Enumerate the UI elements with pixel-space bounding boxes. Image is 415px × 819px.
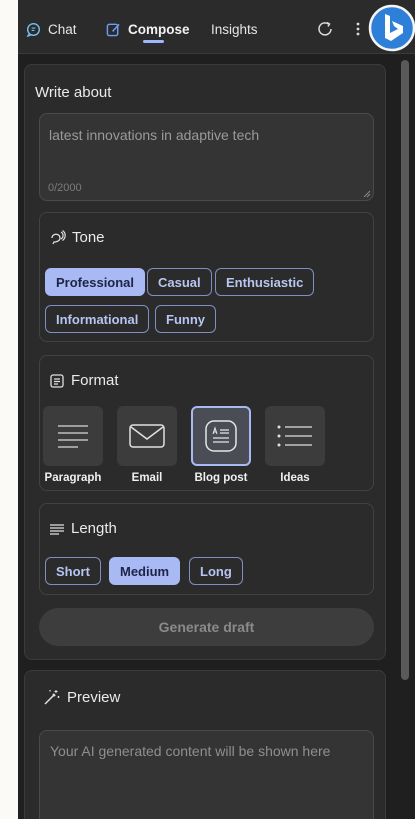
generate-draft-button[interactable]: Generate draft	[39, 608, 374, 646]
tab-chat-label: Chat	[48, 21, 77, 37]
format-label-ideas: Ideas	[280, 472, 310, 484]
tab-insights[interactable]: Insights	[211, 19, 258, 39]
format-title-text: Format	[71, 372, 119, 389]
tone-icon	[51, 230, 66, 245]
topic-input[interactable]: latest innovations in adaptive tech 0/20…	[39, 113, 374, 201]
format-title: Format	[49, 372, 119, 389]
paragraph-icon	[58, 425, 88, 448]
preview-title-text: Preview	[67, 688, 121, 706]
compose-panel: Chat Compose Insights Write about latest…	[18, 0, 415, 819]
format-option-blog-post[interactable]	[191, 406, 251, 466]
format-section: Format Paragraph Email Blog post Ideas	[39, 355, 374, 491]
tone-title: Tone	[49, 229, 105, 246]
blog-post-icon	[205, 420, 237, 452]
length-title-text: Length	[71, 520, 117, 537]
length-section: Length Short Medium Long	[39, 503, 374, 595]
active-tab-indicator	[143, 40, 164, 43]
write-about-label: Write about	[35, 84, 112, 101]
scrollbar[interactable]	[401, 60, 409, 680]
topic-input-value: latest innovations in adaptive tech	[49, 127, 260, 143]
format-label-blog-post: Blog post	[194, 472, 248, 484]
top-nav: Chat Compose Insights	[18, 0, 415, 54]
tone-title-text: Tone	[72, 229, 105, 246]
preview-output[interactable]: Your AI generated content will be shown …	[39, 730, 374, 819]
length-title: Length	[49, 520, 117, 537]
chat-icon	[26, 22, 41, 37]
refresh-icon[interactable]	[316, 20, 334, 38]
tab-compose[interactable]: Compose	[106, 19, 190, 39]
compose-icon	[106, 23, 120, 36]
length-option-short[interactable]: Short	[45, 557, 101, 585]
email-icon	[129, 424, 165, 448]
tone-option-casual[interactable]: Casual	[147, 268, 212, 296]
char-count: 0/2000	[48, 182, 82, 194]
format-label-email: Email	[131, 472, 163, 484]
length-option-medium[interactable]: Medium	[109, 557, 181, 585]
tone-section: Tone Professional Casual Enthusiastic In…	[39, 212, 374, 342]
tone-option-informational[interactable]: Informational	[45, 305, 150, 333]
tab-insights-label: Insights	[211, 21, 258, 37]
format-option-paragraph[interactable]	[43, 406, 103, 466]
tone-option-professional[interactable]: Professional	[45, 268, 146, 296]
magic-wand-icon	[44, 690, 60, 705]
preview-title: Preview	[43, 688, 120, 706]
tone-option-enthusiastic[interactable]: Enthusiastic	[215, 268, 315, 296]
format-option-ideas[interactable]	[265, 406, 325, 466]
length-icon	[50, 523, 64, 535]
format-label-paragraph: Paragraph	[44, 472, 102, 484]
tone-option-funny[interactable]: Funny	[155, 305, 216, 333]
preview-placeholder: Your AI generated content will be shown …	[50, 743, 331, 759]
tab-compose-label: Compose	[128, 21, 190, 37]
ideas-list-icon	[277, 425, 312, 447]
length-option-long[interactable]: Long	[189, 557, 243, 585]
bing-logo[interactable]	[368, 4, 415, 52]
tab-chat[interactable]: Chat	[26, 19, 77, 39]
format-icon	[50, 373, 64, 388]
format-option-email[interactable]	[117, 406, 177, 466]
more-icon[interactable]	[353, 19, 363, 39]
resize-grip-icon[interactable]	[363, 190, 371, 198]
